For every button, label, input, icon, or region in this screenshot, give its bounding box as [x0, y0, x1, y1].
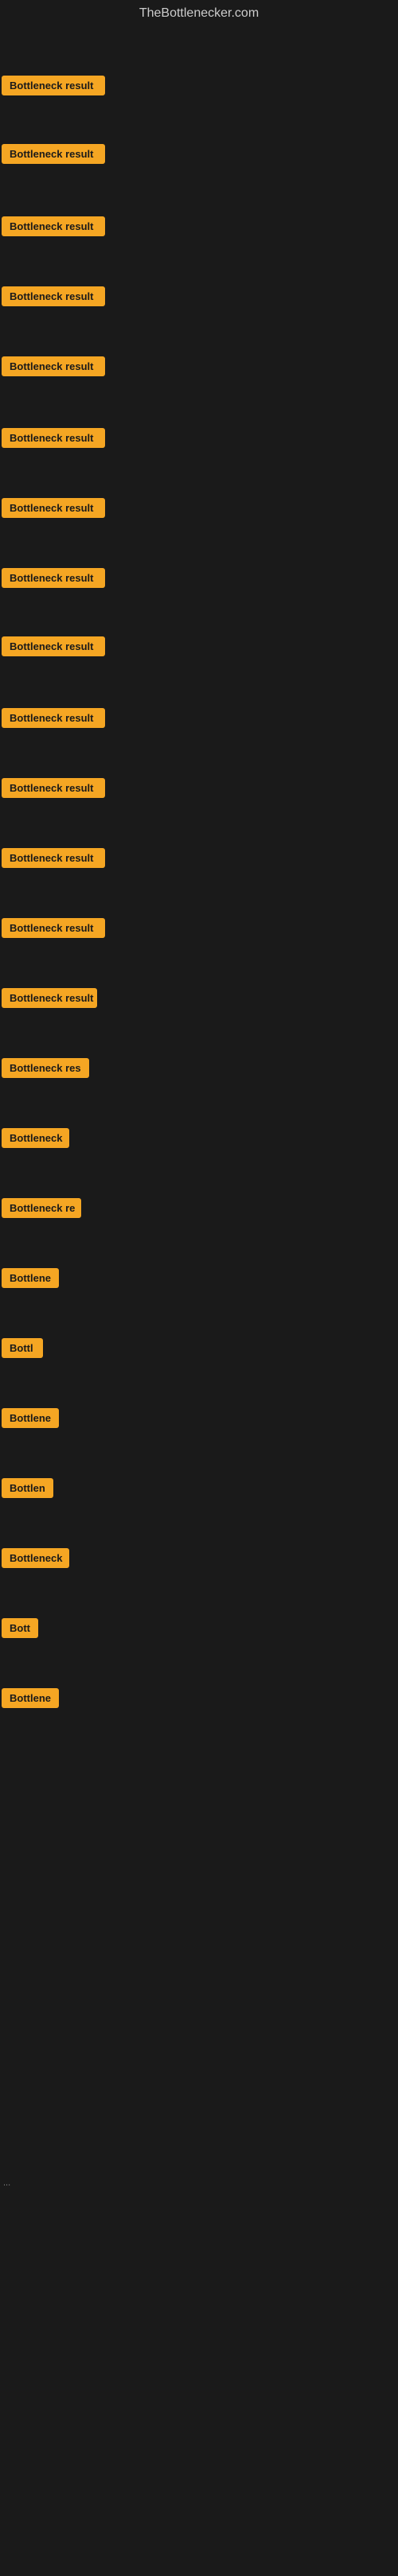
bottleneck-item: Bottleneck result — [2, 636, 105, 660]
bottleneck-item: Bottleneck result — [2, 918, 105, 942]
bottleneck-badge: Bottlen — [2, 1478, 53, 1498]
ellipsis: ... — [3, 2178, 10, 2188]
bottleneck-badge: Bottlene — [2, 1688, 59, 1708]
bottleneck-badge: Bottl — [2, 1338, 43, 1358]
bottleneck-item: Bottleneck res — [2, 1058, 89, 1082]
bottleneck-item: Bottleneck result — [2, 708, 105, 732]
bottleneck-badge: Bottleneck result — [2, 778, 105, 798]
bottleneck-item: Bottleneck result — [2, 778, 105, 802]
bottleneck-item: Bottl — [2, 1338, 43, 1362]
bottleneck-item: Bottleneck result — [2, 848, 105, 872]
bottleneck-badge: Bottleneck result — [2, 568, 105, 588]
bottleneck-item: Bottleneck result — [2, 988, 97, 1012]
bottleneck-item: Bottleneck — [2, 1128, 69, 1152]
bottleneck-badge: Bottleneck result — [2, 636, 105, 656]
bottleneck-item: Bottlene — [2, 1688, 59, 1712]
bottleneck-badge: Bottleneck result — [2, 988, 97, 1008]
bottleneck-item: Bottleneck result — [2, 144, 105, 168]
bottleneck-badge: Bottleneck result — [2, 498, 105, 518]
bottleneck-badge: Bottleneck result — [2, 848, 105, 868]
bottleneck-item: Bottleneck re — [2, 1198, 81, 1222]
bottleneck-item: Bottleneck result — [2, 568, 105, 592]
bottleneck-badge: Bottleneck result — [2, 428, 105, 448]
bottleneck-badge: Bottleneck result — [2, 918, 105, 938]
bottleneck-badge: Bottleneck — [2, 1128, 69, 1148]
bottleneck-item: Bottleneck result — [2, 428, 105, 452]
site-title: TheBottlenecker.com — [0, 0, 398, 30]
bottleneck-badge: Bottleneck res — [2, 1058, 89, 1078]
bottleneck-badge: Bottleneck result — [2, 708, 105, 728]
bottleneck-item: Bottleneck result — [2, 76, 105, 99]
bottleneck-badge: Bottleneck result — [2, 286, 105, 306]
bottleneck-badge: Bottlene — [2, 1268, 59, 1288]
bottleneck-badge: Bottleneck re — [2, 1198, 81, 1218]
bottleneck-badge: Bottleneck result — [2, 356, 105, 376]
bottleneck-item: Bottlen — [2, 1478, 53, 1502]
bottleneck-badge: Bottleneck result — [2, 76, 105, 95]
bottleneck-item: Bottleneck result — [2, 356, 105, 380]
bottleneck-badge: Bottleneck result — [2, 144, 105, 164]
bottleneck-badge: Bottlene — [2, 1408, 59, 1428]
bottleneck-badge: Bottleneck — [2, 1548, 69, 1568]
bottleneck-item: Bottleneck result — [2, 286, 105, 310]
bottleneck-item: Bottleneck result — [2, 498, 105, 522]
items-container: Bottleneck result Bottleneck result Bottle… — [0, 30, 398, 2576]
bottleneck-item: Bottleneck — [2, 1548, 69, 1572]
bottleneck-item: Bottlene — [2, 1408, 59, 1432]
bottleneck-badge: Bott — [2, 1618, 38, 1638]
bottleneck-item: Bott — [2, 1618, 38, 1642]
bottleneck-item: Bottleneck result — [2, 216, 105, 240]
bottleneck-item: Bottlene — [2, 1268, 59, 1292]
bottleneck-badge: Bottleneck result — [2, 216, 105, 236]
